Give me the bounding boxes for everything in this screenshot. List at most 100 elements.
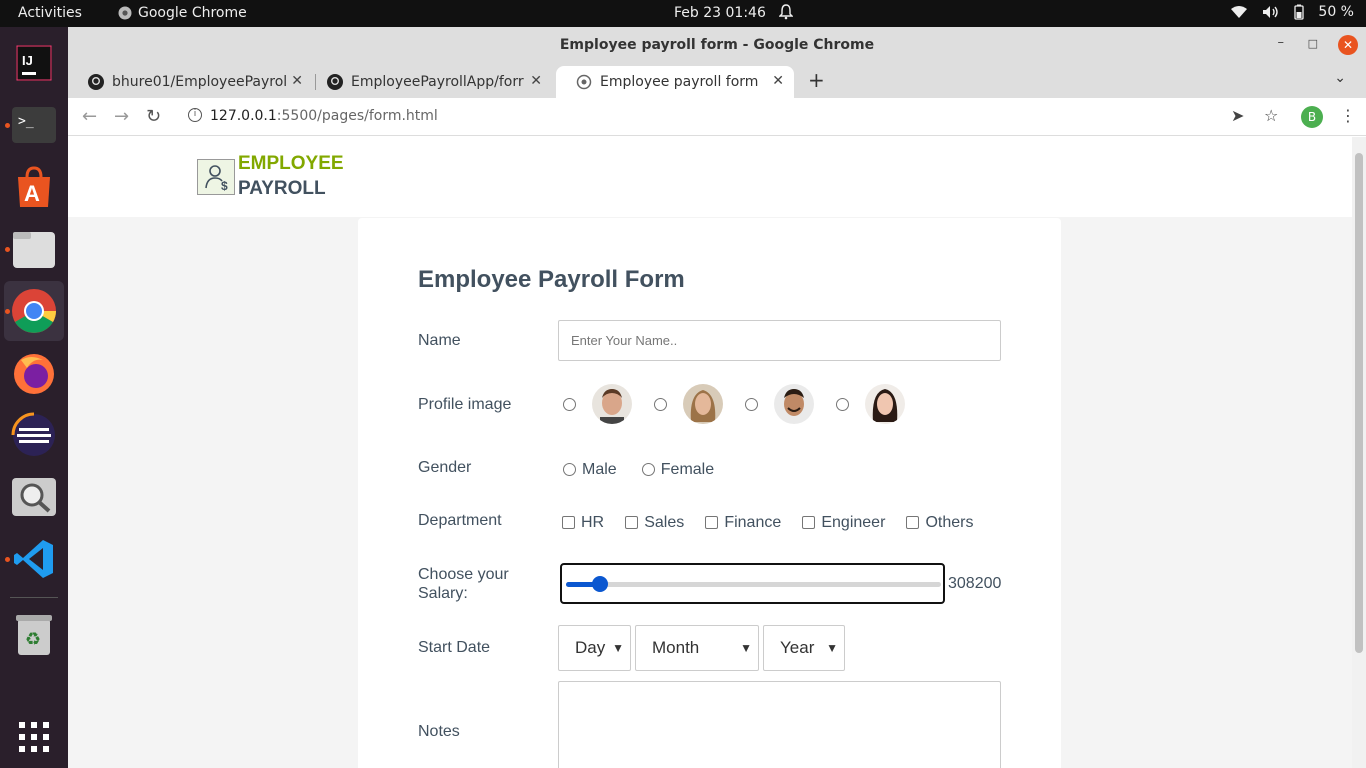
department-checkbox-others[interactable]: [906, 516, 920, 529]
profile-image-2[interactable]: [683, 384, 723, 424]
tab-title: EmployeePayrollApp/forr: [351, 74, 524, 90]
send-icon[interactable]: ➤: [1231, 106, 1244, 125]
salary-slider-thumb[interactable]: [591, 576, 608, 592]
chevron-down-icon: ▼: [740, 641, 752, 655]
notes-textarea[interactable]: [558, 681, 1001, 768]
department-checkbox-engineer[interactable]: [802, 516, 816, 529]
running-indicator: [5, 247, 10, 252]
name-label: Name: [418, 332, 461, 349]
department-checkbox-finance[interactable]: [705, 516, 719, 529]
tab-github-form[interactable]: EmployeePayrollApp/forr ✕: [307, 66, 552, 98]
close-tab-icon[interactable]: ✕: [530, 73, 542, 89]
notes-label: Notes: [418, 723, 460, 740]
department-option-engineer: Engineer: [821, 513, 886, 531]
department-option-sales: Sales: [644, 513, 685, 531]
eclipse-icon[interactable]: [4, 405, 64, 465]
window-title: Employee payroll form - Google Chrome: [559, 37, 875, 53]
terminal-icon[interactable]: >_: [4, 95, 64, 155]
intellij-icon[interactable]: IJ: [4, 33, 64, 93]
name-input[interactable]: [558, 320, 1001, 361]
logo-text-employee: EMPLOYEE: [238, 153, 344, 174]
site-info-icon[interactable]: i: [188, 108, 202, 122]
profile-avatar[interactable]: B: [1301, 106, 1323, 128]
system-top-bar: Activities Google Chrome Feb 23 01:46 50…: [0, 0, 1366, 27]
vscode-icon[interactable]: [4, 529, 64, 589]
battery-level: 50 %: [1318, 4, 1354, 20]
system-tray[interactable]: 50 %: [1230, 4, 1354, 20]
svg-text:A: A: [24, 181, 40, 206]
profile-radio-2[interactable]: [654, 397, 667, 411]
tab-search-chevron-icon[interactable]: ⌄: [1334, 70, 1346, 86]
salary-slider-track: [566, 582, 941, 587]
scrollbar-thumb[interactable]: [1355, 153, 1363, 653]
profile-radio-1[interactable]: [563, 397, 576, 411]
chrome-window: Employee payroll form - Google Chrome – …: [68, 27, 1366, 768]
close-window-icon[interactable]: ✕: [1338, 35, 1358, 55]
gender-radio-female[interactable]: [641, 463, 655, 476]
site-header: $ EMPLOYEE PAYROLL: [68, 137, 1352, 217]
salary-value: 308200: [948, 575, 1002, 592]
bookmark-star-icon[interactable]: ☆: [1264, 106, 1278, 125]
department-label: Department: [418, 512, 502, 529]
profile-image-1[interactable]: [592, 384, 632, 424]
address-bar[interactable]: 127.0.0.1:5500/pages/form.html: [210, 108, 438, 124]
activities-button[interactable]: Activities: [18, 5, 82, 21]
profile-radio-4[interactable]: [836, 397, 849, 411]
day-select[interactable]: Day ▼: [558, 625, 631, 671]
trash-icon[interactable]: ♻: [4, 605, 64, 665]
month-select-value: Month: [652, 638, 700, 657]
volume-icon: [1263, 6, 1279, 18]
globe-icon: [576, 74, 592, 90]
more-menu-icon[interactable]: ⋮: [1340, 106, 1356, 125]
logo-icon: $: [197, 159, 235, 195]
software-center-icon[interactable]: A: [4, 157, 64, 217]
firefox-icon[interactable]: [4, 343, 64, 403]
running-indicator: [5, 309, 10, 314]
running-indicator: [5, 557, 10, 562]
gender-radio-male[interactable]: [563, 463, 576, 476]
new-tab-icon[interactable]: +: [808, 68, 825, 92]
svg-text:$: $: [221, 179, 228, 193]
close-tab-icon[interactable]: ✕: [291, 73, 303, 89]
url-path: :5500/pages/form.html: [276, 108, 438, 124]
wifi-icon: [1231, 6, 1248, 18]
page-scrollbar[interactable]: [1352, 137, 1366, 768]
tab-employee-payroll-form[interactable]: Employee payroll form ✕: [556, 66, 794, 98]
tab-github-repo[interactable]: bhure01/EmployeePayrol ✕: [68, 66, 313, 98]
clock[interactable]: Feb 23 01:46: [674, 5, 766, 21]
reload-icon[interactable]: ↻: [146, 106, 161, 127]
minimize-icon[interactable]: –: [1278, 35, 1285, 50]
department-checkbox-sales[interactable]: [625, 516, 639, 529]
back-icon[interactable]: ←: [82, 106, 97, 127]
running-indicator: [5, 123, 10, 128]
salary-label: Choose your Salary:: [418, 566, 509, 602]
logo-text-payroll: PAYROLL: [238, 178, 326, 199]
bell-icon[interactable]: [778, 4, 794, 24]
svg-text:♻: ♻: [25, 629, 41, 650]
gender-label: Gender: [418, 459, 472, 476]
tab-title: bhure01/EmployeePayrol: [112, 74, 287, 90]
gender-options: Male Female: [563, 459, 714, 479]
maximize-icon[interactable]: □: [1308, 37, 1318, 50]
department-checkbox-hr[interactable]: [562, 516, 575, 529]
day-select-value: Day: [575, 638, 606, 657]
browser-toolbar: ← → ↻ i 127.0.0.1:5500/pages/form.html ➤…: [68, 98, 1366, 136]
app-menu[interactable]: Google Chrome: [118, 5, 247, 21]
department-option-others: Others: [925, 513, 974, 531]
profile-radio-3[interactable]: [745, 397, 758, 411]
salary-slider[interactable]: [560, 563, 945, 604]
profile-image-3[interactable]: [774, 384, 814, 424]
form-card: Employee Payroll Form Name Profile image: [358, 218, 1061, 768]
forward-icon[interactable]: →: [114, 106, 129, 127]
profile-image-4[interactable]: [865, 384, 905, 424]
chrome-icon[interactable]: [4, 281, 64, 341]
window-titlebar[interactable]: Employee payroll form - Google Chrome – …: [68, 27, 1366, 64]
files-icon[interactable]: [4, 219, 64, 279]
app-grid-icon[interactable]: [4, 707, 64, 767]
month-select[interactable]: Month ▼: [635, 625, 759, 671]
year-select[interactable]: Year ▼: [763, 625, 845, 671]
close-tab-icon[interactable]: ✕: [772, 73, 784, 89]
chevron-down-icon: ▼: [826, 641, 838, 655]
image-viewer-icon[interactable]: [4, 467, 64, 527]
dock-separator: [10, 597, 58, 598]
